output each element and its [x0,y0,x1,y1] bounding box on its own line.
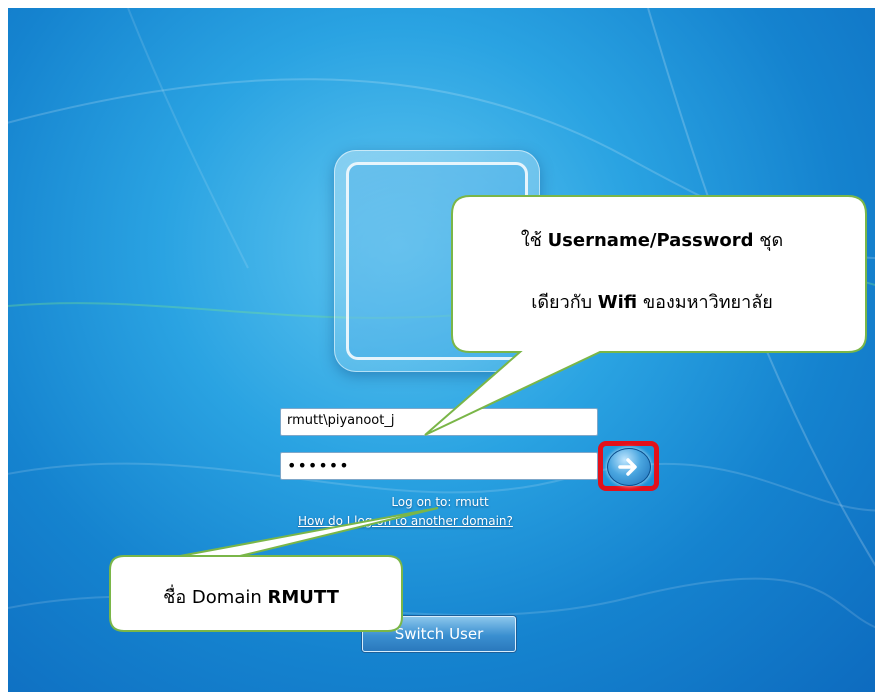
domain-callout-text: ชื่อ Domain RMUTT [163,587,339,608]
credentials-callout-line1: ใช้ Username/Password ชุด [520,230,784,251]
domain-callout-shape [109,507,439,632]
credentials-callout-line2: เดียวกับ Wifi ของมหาวิทยาลัย [531,292,773,313]
